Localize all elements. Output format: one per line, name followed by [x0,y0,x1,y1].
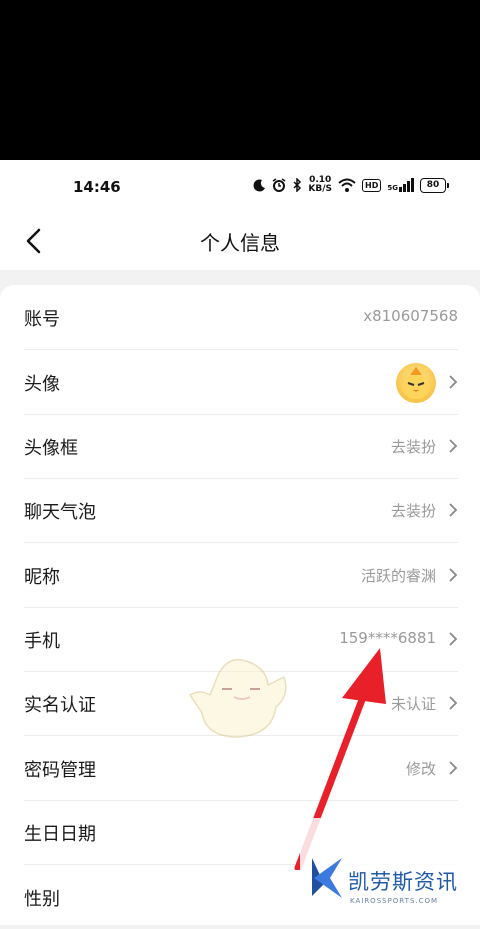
row-chat-bubble[interactable]: 聊天气泡 去装扮 [24,478,458,543]
chevron-right-icon [449,439,458,453]
row-label: 聊天气泡 [24,502,96,523]
row-avatar-frame[interactable]: 头像框 去装扮 [24,414,458,479]
net-speed-unit: KB/S [308,184,333,194]
kairos-watermark-logo: 凯劳斯资讯 KAIROSSPORTS.COM [300,818,480,911]
moon-icon [253,178,266,191]
status-icons: 0.10 KB/S HD 5G 80 [253,176,449,194]
row-account: 账号 x810607568 [24,285,458,350]
watermark-name-en: KAIROSSPORTS.COM [350,897,439,905]
battery-icon: 80 [420,177,449,193]
kairos-logo-icon [312,858,342,898]
cell-signal: 5G [387,178,414,192]
row-label: 手机 [24,631,60,652]
bluetooth-icon [293,178,302,192]
row-value: 修改 [405,760,436,778]
black-top-band [0,0,480,160]
hd-badge: HD [362,178,382,192]
row-value: 活跃的睿渊 [360,567,436,585]
row-label: 密码管理 [24,760,96,781]
row-avatar[interactable]: 头像 [24,350,458,415]
status-bar: 14:46 0.10 KB/S HD 5G 80 [0,160,480,212]
row-label: 实名认证 [24,695,96,716]
row-label: 性别 [24,889,60,910]
row-nickname[interactable]: 昵称 活跃的睿渊 [24,543,458,608]
chevron-right-icon [449,568,458,582]
account-value: x810607568 [363,307,458,325]
page-header: 个人信息 [0,212,480,270]
page-title: 个人信息 [200,231,280,255]
row-label: 昵称 [24,567,60,588]
mascot-watermark-icon [188,658,287,738]
avatar[interactable] [396,363,436,403]
signal-bars-icon [399,178,414,192]
chevron-right-icon [449,632,458,646]
chevron-right-icon [449,375,458,389]
bird-avatar-icon [402,367,430,399]
row-label: 头像 [24,374,60,395]
wifi-icon [338,178,356,192]
row-value: 去装扮 [390,502,436,520]
sim-label: 5G [387,184,398,192]
row-label: 账号 [24,309,60,330]
row-value: 去装扮 [390,438,436,456]
row-label: 生日日期 [24,824,96,845]
chevron-right-icon [449,503,458,517]
status-time: 14:46 [73,178,121,196]
alarm-icon [273,178,286,192]
chevron-right-icon [449,761,458,775]
row-label: 头像框 [24,438,78,459]
watermark-name-cn: 凯劳斯资讯 [348,870,458,894]
net-speed: 0.10 KB/S [308,176,332,194]
chevron-right-icon [449,696,458,710]
